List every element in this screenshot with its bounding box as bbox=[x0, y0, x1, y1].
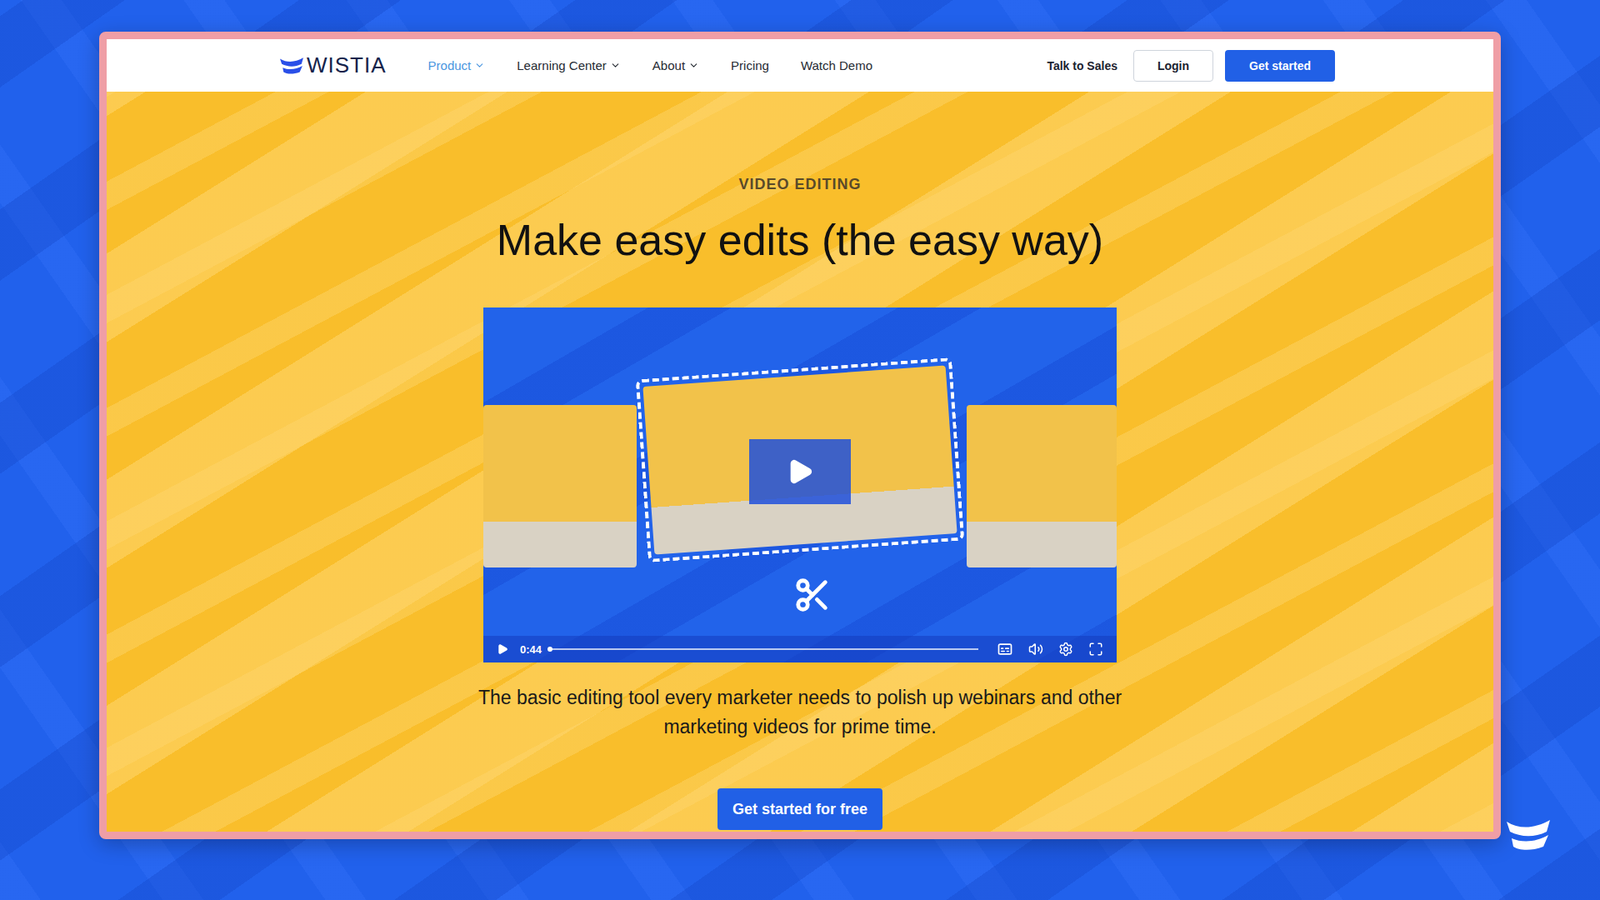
primary-button[interactable]: Get started bbox=[1225, 50, 1335, 82]
logo-text: WISTIA bbox=[306, 52, 387, 79]
wistia-mark-icon bbox=[280, 56, 304, 75]
play-button[interactable] bbox=[493, 643, 512, 655]
nav-links: Product Learning Center About Pricing Watch … bbox=[428, 58, 1044, 73]
nav-link[interactable]: About bbox=[652, 58, 700, 73]
hero-title: Make easy edits (the easy way) bbox=[496, 214, 1104, 266]
video-frame-left bbox=[483, 405, 637, 568]
wistia-logo[interactable]: WISTIA bbox=[280, 52, 387, 79]
gear-icon bbox=[1058, 641, 1074, 657]
nav-actions: Talk to Sales Login Get started bbox=[1042, 50, 1335, 82]
hero-subtitle: The basic editing tool every marketer ne… bbox=[466, 683, 1134, 742]
captions-button[interactable] bbox=[993, 640, 1017, 658]
play-icon bbox=[785, 457, 815, 486]
browser-frame: WISTIA Product Learning Center About Pricing… bbox=[99, 31, 1501, 840]
progress-knob[interactable] bbox=[547, 646, 553, 652]
top-nav: WISTIA Product Learning Center About Pricing… bbox=[106, 39, 1494, 92]
play-icon bbox=[496, 643, 509, 655]
nav-link[interactable]: Learning Center bbox=[516, 58, 621, 73]
progress-track[interactable] bbox=[550, 648, 979, 650]
video-time: 0:44 bbox=[520, 643, 542, 656]
chevron-down-icon bbox=[610, 60, 621, 71]
big-play-button[interactable] bbox=[749, 439, 851, 505]
video-player[interactable]: 0:44 bbox=[483, 307, 1117, 663]
chevron-down-icon bbox=[688, 60, 700, 71]
hero: VIDEO EDITING Make easy edits (the easy w… bbox=[106, 91, 1494, 832]
nav-link[interactable]: Watch Demo bbox=[800, 58, 873, 73]
wistia-mark-icon bbox=[1506, 818, 1550, 852]
nav-link[interactable]: Pricing bbox=[730, 58, 770, 73]
video-frame-right bbox=[966, 405, 1117, 568]
outline-button[interactable]: Login bbox=[1133, 50, 1214, 82]
video-controls: 0:44 bbox=[483, 635, 1117, 663]
fullscreen-icon bbox=[1088, 641, 1104, 657]
eyebrow: VIDEO EDITING bbox=[738, 175, 861, 194]
chevron-down-icon bbox=[474, 60, 485, 71]
scissors-icon bbox=[793, 575, 832, 615]
cta-button[interactable]: Get started for free bbox=[717, 788, 883, 830]
settings-button[interactable] bbox=[1055, 641, 1077, 657]
nav-link[interactable]: Product bbox=[428, 58, 486, 73]
captions-icon bbox=[996, 640, 1014, 658]
page-background: WISTIA Product Learning Center About Pricing… bbox=[0, 0, 1600, 900]
volume-icon bbox=[1028, 641, 1044, 657]
corner-logo bbox=[1506, 818, 1550, 852]
link-button[interactable]: Talk to Sales bbox=[1042, 50, 1122, 82]
volume-button[interactable] bbox=[1025, 641, 1047, 657]
fullscreen-button[interactable] bbox=[1085, 641, 1107, 657]
